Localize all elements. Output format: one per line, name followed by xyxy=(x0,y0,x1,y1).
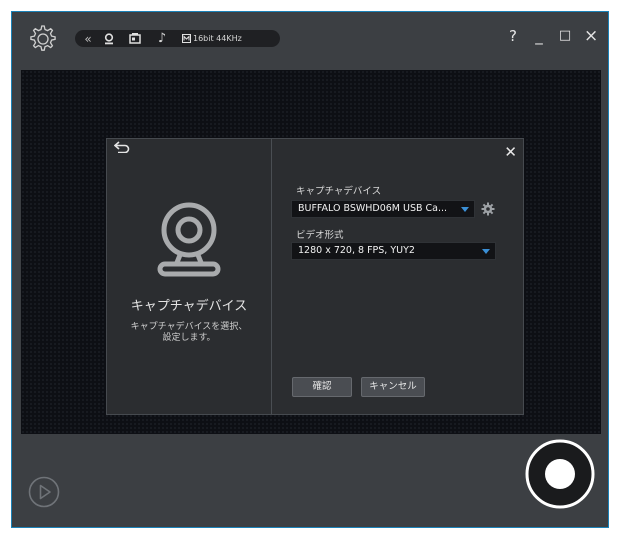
close-window-button[interactable]: × xyxy=(584,26,598,46)
double-chevron-left-icon[interactable]: « xyxy=(81,30,95,47)
settings-gear-icon[interactable] xyxy=(26,22,60,56)
window-controls: ? _ □ × xyxy=(506,26,598,46)
capture-device-dialog: キャプチャデバイス キャプチャデバイスを選択、 設定します。 ✕ キャプチャデバ… xyxy=(106,138,524,415)
confirm-button[interactable]: 確認 xyxy=(292,377,352,397)
capture-device-select[interactable]: BUFFALO BSWHD06M USB Ca... xyxy=(291,200,475,218)
dialog-left-description: キャプチャデバイスを選択、 設定します。 xyxy=(130,322,248,343)
minimize-button[interactable]: _ xyxy=(532,26,546,46)
help-button[interactable]: ? xyxy=(506,26,520,46)
play-icon[interactable] xyxy=(28,476,60,508)
audio-format-icon xyxy=(181,30,191,47)
dialog-left-panel: キャプチャデバイス キャプチャデバイスを選択、 設定します。 xyxy=(107,139,272,414)
source-toolbar: « ♪ 16bit 44KHz xyxy=(75,30,280,47)
app-window: « ♪ 16bit 44KHz ? _ □ × キャプチャデバイス キャプチャデ… xyxy=(11,11,609,528)
capture-device-value: BUFFALO BSWHD06M USB Ca... xyxy=(298,203,448,214)
chevron-down-icon xyxy=(461,207,469,212)
cancel-button[interactable]: キャンセル xyxy=(361,377,425,397)
video-format-select[interactable]: 1280 x 720, 8 FPS, YUY2 xyxy=(291,242,496,260)
dialog-left-title: キャプチャデバイス xyxy=(130,299,248,314)
chevron-down-icon xyxy=(482,249,490,254)
video-format-value: 1280 x 720, 8 FPS, YUY2 xyxy=(298,245,415,256)
dialog-close-icon[interactable]: ✕ xyxy=(504,143,517,161)
capture-card-icon[interactable] xyxy=(127,30,143,47)
maximize-button[interactable]: □ xyxy=(558,26,572,46)
capture-device-label: キャプチャデバイス xyxy=(296,186,382,197)
audio-format-label: 16bit 44KHz xyxy=(193,34,242,43)
back-icon[interactable] xyxy=(113,141,130,157)
record-button[interactable] xyxy=(525,439,595,509)
music-note-icon[interactable]: ♪ xyxy=(155,30,169,47)
device-settings-gear-icon[interactable] xyxy=(481,202,495,216)
video-format-label: ビデオ形式 xyxy=(296,230,344,241)
webcam-icon[interactable] xyxy=(101,30,117,47)
webcam-large-icon xyxy=(157,202,221,277)
